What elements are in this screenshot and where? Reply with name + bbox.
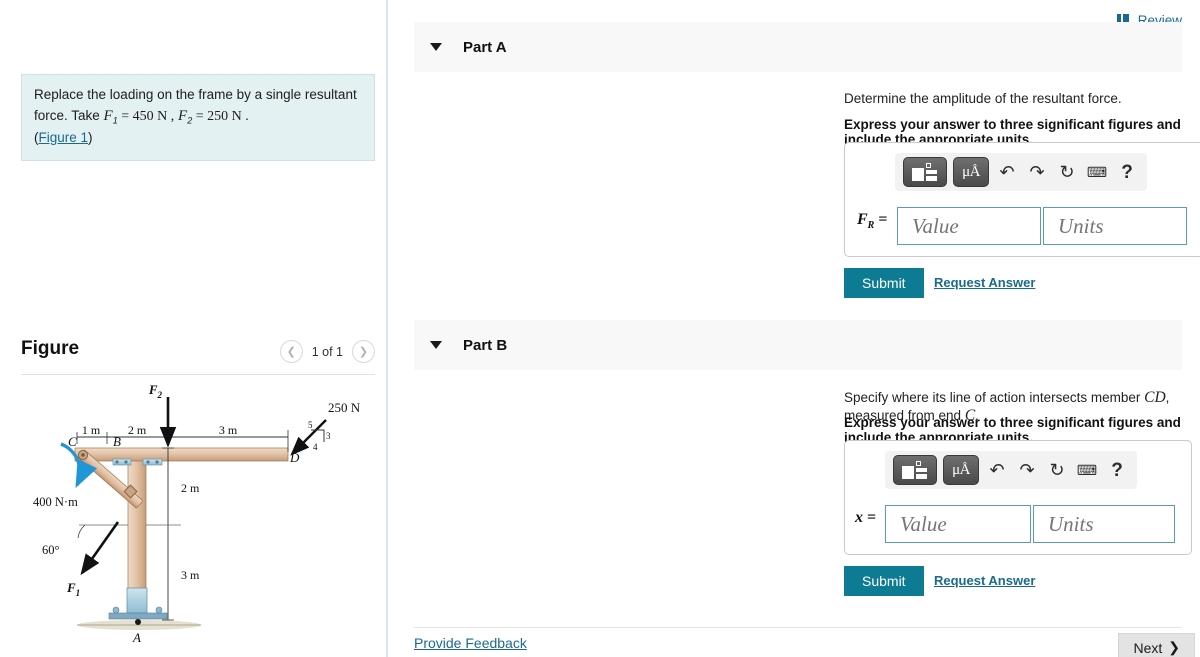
footer-divider bbox=[414, 627, 1182, 628]
part-a-label: Part A bbox=[463, 38, 507, 56]
problem-line-1: Replace the loading on the frame by a si… bbox=[34, 87, 357, 102]
part-a-variable-sub: R bbox=[867, 220, 875, 232]
label-60deg: 60° bbox=[42, 543, 60, 557]
label-400Nm: 400 N·m bbox=[33, 495, 78, 509]
figure-1-link[interactable]: Figure 1 bbox=[39, 130, 89, 145]
node-B-label: B bbox=[113, 434, 121, 449]
part-b-member-cd: CD bbox=[1144, 389, 1166, 406]
label-250N: 250 N bbox=[328, 400, 361, 415]
part-b-variable-label: x = bbox=[855, 509, 876, 527]
part-b-label: Part B bbox=[463, 336, 508, 354]
f1-symbol: F bbox=[103, 107, 113, 124]
help-icon[interactable]: ? bbox=[1105, 461, 1129, 480]
f2-value: = 250 N . bbox=[192, 108, 249, 124]
node-D-label: D bbox=[289, 450, 300, 465]
keyboard-icon[interactable]: ⌨ bbox=[1085, 165, 1109, 179]
part-b-equals: = bbox=[867, 509, 877, 526]
part-a-units-input[interactable] bbox=[1043, 207, 1187, 245]
figure-next-button[interactable]: ❯ bbox=[352, 340, 375, 363]
part-b-value-input[interactable] bbox=[885, 505, 1031, 543]
part-b-request-answer-link[interactable]: Request Answer bbox=[934, 573, 1035, 588]
dim-2m-vert-label: 2 m bbox=[181, 481, 200, 495]
chevron-right-icon: ❯ bbox=[1168, 639, 1180, 655]
dim-3m-vert-label: 3 m bbox=[181, 568, 200, 582]
figure-prev-button[interactable]: ❮ bbox=[279, 340, 303, 363]
part-a-answer-box: μÅ ↶ ↷ ↻ ⌨ ? FR = bbox=[844, 142, 1200, 257]
part-b-header[interactable]: Part B bbox=[414, 320, 1182, 370]
page-root: Replace the loading on the frame by a si… bbox=[0, 0, 1200, 657]
node-C-label: C bbox=[68, 434, 77, 449]
part-a-variable: F bbox=[857, 211, 868, 228]
part-a-toolbar: μÅ ↶ ↷ ↻ ⌨ ? bbox=[895, 153, 1147, 191]
math-template-icon[interactable] bbox=[893, 455, 937, 485]
label-F2: F2 bbox=[148, 382, 163, 400]
units-mu-angstrom-icon[interactable]: μÅ bbox=[953, 157, 989, 187]
figure-panel-title: Figure bbox=[21, 338, 80, 359]
dim-2m-top-label: 2 m bbox=[128, 423, 147, 437]
part-b-units-input[interactable] bbox=[1033, 505, 1175, 543]
part-b-question-pre: Specify where its line of action interse… bbox=[844, 390, 1145, 405]
help-icon[interactable]: ? bbox=[1115, 163, 1139, 182]
figure-navigation: ❮ 1 of 1 ❯ bbox=[279, 340, 375, 363]
dim-3m-top-label: 3 m bbox=[219, 423, 238, 437]
undo-icon[interactable]: ↶ bbox=[985, 461, 1009, 479]
undo-icon[interactable]: ↶ bbox=[995, 163, 1019, 181]
f1-value: = 450 N , bbox=[117, 108, 175, 124]
redo-icon[interactable]: ↷ bbox=[1015, 461, 1039, 479]
part-a-equals: = bbox=[878, 211, 888, 228]
part-b-variable: x bbox=[855, 509, 863, 526]
paren-close: ) bbox=[88, 129, 93, 145]
redo-icon[interactable]: ↷ bbox=[1025, 163, 1049, 181]
problem-statement: Replace the loading on the frame by a si… bbox=[21, 74, 375, 161]
figure-header: Figure ❮ 1 of 1 ❯ bbox=[21, 336, 375, 376]
part-a-question: Determine the amplitude of the resultant… bbox=[844, 91, 1122, 106]
units-mu-angstrom-icon[interactable]: μÅ bbox=[943, 455, 979, 485]
math-template-icon[interactable] bbox=[903, 157, 947, 187]
dim-1m-label: 1 m bbox=[82, 423, 101, 437]
reset-icon[interactable]: ↻ bbox=[1055, 163, 1079, 181]
part-b-submit-button[interactable]: Submit bbox=[844, 566, 924, 596]
slope-5-label: 5 bbox=[308, 420, 313, 430]
part-b-caret-down-icon[interactable] bbox=[430, 341, 442, 349]
provide-feedback-link[interactable]: Provide Feedback bbox=[414, 635, 527, 651]
problem-line-2-prefix: force. Take bbox=[34, 107, 104, 123]
right-panel: Review Part A Determine the amplitude of… bbox=[390, 0, 1200, 657]
next-button[interactable]: Next ❯ bbox=[1118, 633, 1195, 657]
part-a-request-answer-link[interactable]: Request Answer bbox=[934, 275, 1035, 290]
part-b-answer-box: μÅ ↶ ↷ ↻ ⌨ ? x = bbox=[844, 440, 1192, 555]
reset-icon[interactable]: ↻ bbox=[1045, 461, 1069, 479]
part-b-toolbar: μÅ ↶ ↷ ↻ ⌨ ? bbox=[885, 451, 1137, 489]
keyboard-icon[interactable]: ⌨ bbox=[1075, 463, 1099, 477]
frame-diagram: 1 m 2 m 3 m 2 m 3 m F2 250 N 5 3 4 400 N… bbox=[33, 382, 361, 645]
label-F1: F1 bbox=[66, 580, 80, 598]
part-a-value-input[interactable] bbox=[897, 207, 1041, 245]
part-a-variable-label: FR = bbox=[857, 211, 887, 231]
f2-symbol: F bbox=[178, 107, 188, 124]
slope-3-label: 3 bbox=[326, 431, 331, 441]
slope-4-label: 4 bbox=[313, 442, 318, 452]
part-a-caret-down-icon[interactable] bbox=[430, 43, 442, 51]
node-A-label: A bbox=[132, 630, 141, 645]
left-panel: Replace the loading on the frame by a si… bbox=[0, 0, 388, 657]
part-a-submit-button[interactable]: Submit bbox=[844, 268, 924, 298]
figure-counter: 1 of 1 bbox=[311, 344, 343, 359]
part-a-header[interactable]: Part A bbox=[414, 22, 1182, 72]
next-button-label: Next bbox=[1133, 639, 1163, 656]
figure-divider bbox=[21, 374, 375, 375]
